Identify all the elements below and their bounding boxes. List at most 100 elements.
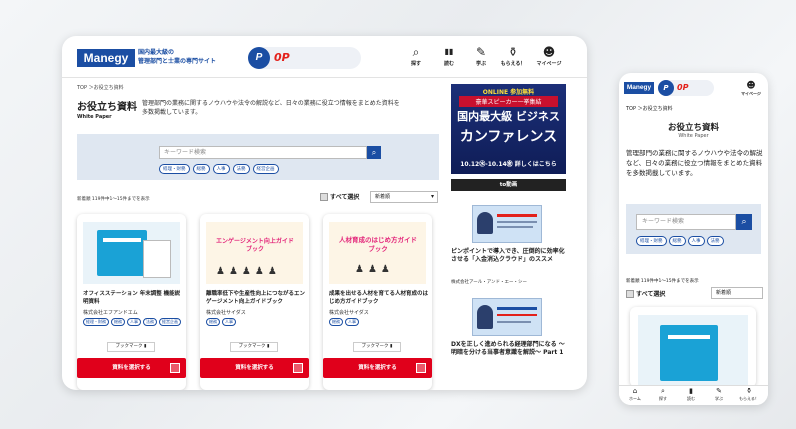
nav-read[interactable]: ▮▮ 読む xyxy=(434,44,464,67)
select-all[interactable]: すべて選択 xyxy=(320,192,359,201)
home-icon: ⌂ xyxy=(632,387,638,395)
search-icon: ⌕ xyxy=(371,148,377,157)
select-all[interactable]: すべて選択 xyxy=(626,289,665,298)
tag-chip[interactable]: 総務 xyxy=(192,164,210,174)
nav-mypage[interactable]: ☻ マイページ xyxy=(532,44,566,67)
tab-learn[interactable]: ✎ 学ぶ xyxy=(707,387,731,402)
bookmark-button[interactable]: ブックマーク ▮ xyxy=(107,342,155,352)
nav-mypage[interactable]: ☻ マイページ xyxy=(741,81,761,97)
tag-chip[interactable]: 総務 xyxy=(111,318,125,326)
search-input[interactable]: キーワード検索 xyxy=(636,214,736,230)
breadcrumb[interactable]: TOP ＞お役立ち資料 xyxy=(77,84,124,91)
banner-headline-2: カンファレンス xyxy=(459,129,558,145)
tab-get[interactable]: ⚱ もらえる！ xyxy=(737,387,761,402)
tag-chip[interactable]: 人事 xyxy=(687,236,705,246)
banner-headline: 国内最大級 ビジネス xyxy=(457,110,560,123)
bookmark-label: ブックマーク xyxy=(361,344,389,349)
search-button[interactable]: ⌕ xyxy=(367,146,381,159)
search-panel: キーワード検索 ⌕ 経理・財務 総務 人事 法務 経営企画 xyxy=(77,134,439,180)
select-document-button[interactable]: 資料を選択する xyxy=(200,358,309,378)
tag-chip[interactable]: 総務 xyxy=(206,318,220,326)
checkbox-icon xyxy=(293,363,303,373)
points-display[interactable]: P 0P xyxy=(248,47,361,69)
nav-label: マイページ xyxy=(741,91,761,96)
nav-search[interactable]: ⌕ 探す xyxy=(401,44,431,67)
tag-chip[interactable]: 人事 xyxy=(212,164,230,174)
tag-chip[interactable]: 総務 xyxy=(329,318,343,326)
search-icon: ⌕ xyxy=(661,387,665,395)
tag-chip[interactable]: 人事 xyxy=(345,318,359,326)
tag-chip[interactable]: 経営企画 xyxy=(159,318,181,326)
tag-chip[interactable]: 人事 xyxy=(127,318,141,326)
document-thumbnail xyxy=(638,315,748,385)
bookmark-button[interactable]: ブックマーク ▮ xyxy=(230,342,278,352)
tag-chip[interactable]: 法務 xyxy=(706,236,724,246)
bookmark-button[interactable]: ブックマーク ▮ xyxy=(353,342,401,352)
document-thumbnail: エンゲージメント向上ガイドブック ♟♟♟♟♟ xyxy=(206,222,303,284)
tab-search[interactable]: ⌕ 探す xyxy=(651,387,675,402)
cta-label: 資料を選択する xyxy=(112,365,151,371)
cta-label: 資料を選択する xyxy=(358,365,397,371)
select-document-button[interactable]: 資料を選択する xyxy=(323,358,432,378)
tab-label: 読む xyxy=(687,396,695,401)
select-all-label: すべて選択 xyxy=(636,291,666,298)
tag-chip[interactable]: 経理・財務 xyxy=(83,318,109,326)
tab-read[interactable]: ▮ 読む xyxy=(679,387,703,402)
article-title[interactable]: ピンポイントで導入でき、圧倒的に効率化させる「入金消込クラウド」のススメ xyxy=(451,248,566,264)
card-company: 株式会社エフアンドエム xyxy=(83,310,138,316)
article-thumbnail[interactable] xyxy=(472,205,542,243)
article-thumbnail[interactable] xyxy=(472,298,542,336)
card-title[interactable]: 成果を出せる人材を育てる人材育成のはじめ方ガイドブック xyxy=(329,290,428,306)
page-description: 管理部門の業務に関するノウハウや法令の解説など、日々の業務に役立つ情報をまとめた… xyxy=(626,149,763,177)
banner-badge: ONLINE 参加無料 xyxy=(482,89,535,96)
pen-icon: ✎ xyxy=(716,387,722,395)
video-header[interactable]: to動画 xyxy=(451,179,566,191)
nav-learn[interactable]: ✎ 学ぶ xyxy=(466,44,496,67)
document-card[interactable] xyxy=(630,307,756,387)
tagline-line-2: 管理部門と士業の専門サイト xyxy=(138,58,217,65)
select-all-checkbox[interactable] xyxy=(626,289,634,298)
tag-chip[interactable]: 法務 xyxy=(232,164,250,174)
tag-chip[interactable]: 経理・財務 xyxy=(159,164,190,174)
select-document-button[interactable]: 資料を選択する xyxy=(77,358,186,378)
search-icon: ⌕ xyxy=(412,45,420,59)
document-card[interactable]: オフィスステーション 年末調整 機能説明資料 株式会社エフアンドエム 経理・財務… xyxy=(77,214,186,390)
sort-select[interactable]: 新着順 xyxy=(711,287,763,299)
tab-label: 探す xyxy=(659,396,667,401)
nav-get[interactable]: ⚱ もらえる！ xyxy=(498,44,528,67)
search-button[interactable]: ⌕ xyxy=(736,214,752,230)
tag-chip[interactable]: 経理・財務 xyxy=(636,236,667,246)
nav-label: 学ぶ xyxy=(475,61,486,67)
site-header: Manegy 国内最大級の 管理部門と士業の専門サイト P 0P ⌕ 探す ▮▮… xyxy=(62,36,587,78)
document-card[interactable]: 人材育成のはじめ方ガイドブック ♟♟♟ 成果を出せる人材を育てる人材育成のはじめ… xyxy=(323,214,432,390)
card-title[interactable]: オフィスステーション 年末調整 機能説明資料 xyxy=(83,290,182,306)
document-card[interactable]: エンゲージメント向上ガイドブック ♟♟♟♟♟ 離職率低下や生産性向上につながるエ… xyxy=(200,214,309,390)
tag-chip[interactable]: 総務 xyxy=(668,236,686,246)
tag-chip[interactable]: 経営企画 xyxy=(252,164,279,174)
book-icon: ▮ xyxy=(689,387,693,395)
tag-chip[interactable]: 人事 xyxy=(222,318,236,326)
banner-dates: 10.12㊌-10.14㊎ 詳しくはこちら xyxy=(460,161,557,168)
tab-home[interactable]: ⌂ ホーム xyxy=(623,387,647,402)
bookmark-label: ブックマーク xyxy=(115,344,143,349)
site-logo[interactable]: Manegy xyxy=(624,82,654,94)
points-icon: P xyxy=(248,47,270,69)
site-logo[interactable]: Manegy xyxy=(77,49,135,67)
sort-select[interactable]: 新着順 xyxy=(370,191,438,203)
bookmark-icon: ▮ xyxy=(266,344,270,349)
points-display[interactable]: P 0P xyxy=(658,80,714,96)
desktop-frame: Manegy 国内最大級の 管理部門と士業の専門サイト P 0P ⌕ 探す ▮▮… xyxy=(62,36,587,390)
conference-banner[interactable]: ONLINE 参加無料 豪華スピーカー一挙集結 国内最大級 ビジネス カンファレ… xyxy=(451,84,566,174)
select-all-label: すべて選択 xyxy=(330,194,360,201)
breadcrumb[interactable]: TOP ＞お役立ち資料 xyxy=(626,105,673,112)
tag-chip[interactable]: 法務 xyxy=(143,318,157,326)
card-title[interactable]: 離職率低下や生産性向上につながるエンゲージメント向上ガイドブック xyxy=(206,290,305,306)
pen-icon: ✎ xyxy=(475,45,487,59)
select-all-checkbox[interactable] xyxy=(320,192,328,201)
thumbnail-text: エンゲージメント向上ガイドブック xyxy=(216,238,294,253)
card-company: 株式会社サイダス xyxy=(329,310,369,316)
page-description: 管理部門の業務に関するノウハウや法令の解説など、日々の業務に役立つ情報をまとめた… xyxy=(142,100,400,116)
mobile-frame: Manegy P 0P ☻ マイページ TOP ＞お役立ち資料 お役立ち資料 W… xyxy=(619,73,768,405)
search-input[interactable]: キーワード検索 xyxy=(159,146,367,159)
article-title[interactable]: DXを正しく進められる経理部門になる 〜明暗を分ける当事者意識を解説〜 Part… xyxy=(451,341,566,357)
